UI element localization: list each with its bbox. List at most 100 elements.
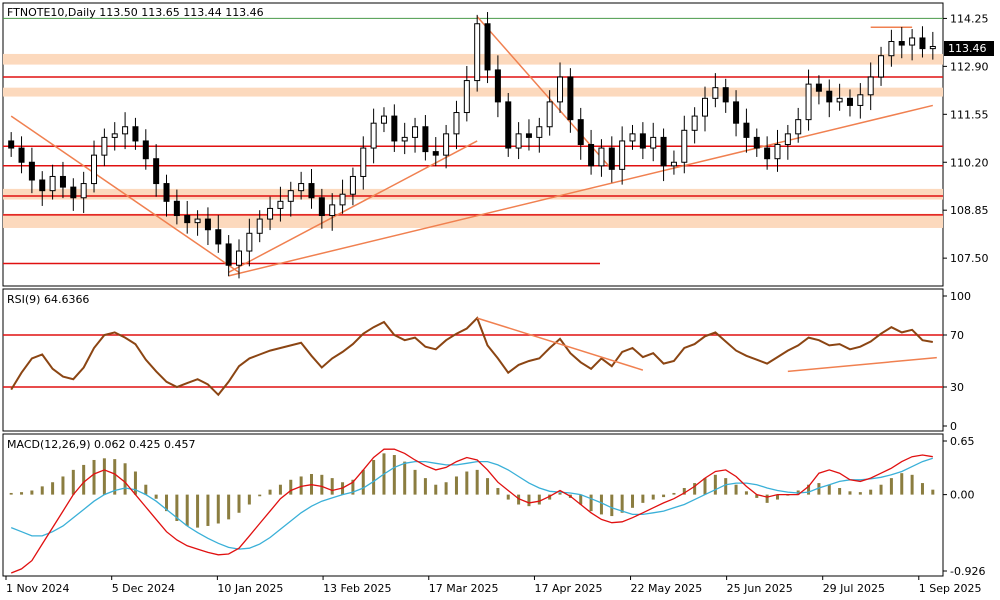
candle-body (443, 133, 450, 156)
macd-hist-bar (102, 458, 106, 495)
macd-hist-bar (879, 484, 883, 495)
candle-body (598, 147, 605, 167)
macd-header: MACD(12,26,9) 0.062 0.425 0.457 (7, 438, 196, 451)
candle-body (70, 186, 77, 199)
candle-body (111, 133, 118, 138)
candle-body (422, 126, 429, 153)
candle-body (577, 119, 584, 146)
macd-hist-bar (631, 494, 635, 508)
macd-hist-bar (423, 478, 427, 495)
macd-hist-bar (330, 478, 334, 495)
macd-hist-bar (51, 482, 55, 495)
macd-hist-bar (413, 469, 417, 495)
candle-body (80, 183, 87, 199)
rsi-trend-up (787, 356, 937, 373)
macd-hist-bar (858, 492, 862, 495)
candle-body (929, 45, 936, 50)
macd-hist-bar (206, 494, 210, 526)
macd-hist-bar (299, 476, 303, 495)
support-zone-0 (3, 53, 943, 65)
macd-hist-bar (185, 494, 189, 526)
candle-body (453, 112, 460, 135)
x-tick-label: 1 Nov 2024 (6, 582, 69, 595)
x-tick-label: 13 Feb 2025 (323, 582, 391, 595)
candle-body (142, 140, 149, 160)
macd-hist-bar (30, 490, 34, 495)
candle-body (619, 140, 626, 170)
price-tick-label: 107.50 (950, 252, 989, 265)
macd-tick-label: 0.00 (950, 489, 975, 502)
macd-hist-bar (268, 489, 272, 495)
candle-body (826, 90, 833, 103)
x-tick-label: 5 Dec 2024 (112, 582, 175, 595)
candle-body (412, 126, 419, 138)
macd-hist-bar (196, 494, 200, 528)
support-zone-3 (3, 213, 943, 228)
candle-body (836, 97, 843, 103)
candle-body (256, 218, 263, 234)
macd-hist-bar (444, 482, 448, 495)
macd-tick-label: 0.65 (950, 435, 975, 448)
candle-body (753, 136, 760, 149)
candle-body (18, 147, 25, 163)
macd-hist-bar (527, 494, 531, 507)
macd-hist-bar (641, 494, 645, 503)
candle-body (525, 133, 532, 138)
macd-hist-bar (900, 473, 904, 495)
price-header: FTNOTE10,Daily 113.50 113.65 113.44 113.… (7, 6, 264, 19)
macd-hist-bar (9, 492, 13, 495)
macd-hist-bar (672, 492, 676, 495)
candle-body (546, 101, 553, 128)
candle-body (204, 218, 211, 231)
macd-hist-bar (82, 464, 86, 495)
candle-body (132, 126, 139, 142)
macd-hist-bar (392, 455, 396, 495)
x-tick-label: 17 Mar 2025 (429, 582, 499, 595)
candle-body (194, 218, 201, 224)
macd-hist-bar (651, 494, 655, 500)
macd-hist-bar (599, 494, 603, 515)
macd-line (10, 448, 933, 574)
macd-hist-bar (227, 494, 231, 520)
candle-body (702, 97, 708, 117)
candle-body (246, 232, 253, 252)
candle-body (225, 243, 232, 266)
x-tick-label: 25 Jun 2025 (727, 582, 793, 595)
macd-hist-bar (20, 492, 24, 495)
candle-body (267, 207, 274, 220)
macd-hist-bar (320, 474, 324, 495)
price-tick-label: 112.90 (950, 60, 989, 73)
candle-body (287, 190, 294, 202)
candle-body (318, 197, 325, 217)
macd-hist-bar (216, 494, 220, 524)
candle-body (712, 87, 719, 99)
candle-body (888, 41, 895, 57)
macd-hist-bar (289, 479, 293, 495)
candle-body (163, 183, 170, 202)
price-tick-label: 110.20 (950, 156, 989, 169)
candle-body (49, 175, 56, 192)
macd-hist-bar (237, 494, 241, 513)
price-tick-label: 114.25 (950, 12, 989, 25)
candle-body (919, 37, 926, 50)
macd-hist-bar (558, 492, 562, 495)
macd-hist-bar (848, 491, 852, 495)
macd-hist-bar (496, 488, 500, 495)
price-tick-label: 108.85 (950, 204, 989, 217)
candle-body (122, 126, 129, 135)
macd-hist-bar (589, 494, 593, 512)
macd-hist-bar (662, 494, 666, 498)
candle-body (784, 133, 791, 146)
macd-hist-bar (278, 484, 282, 495)
macd-hist-bar (475, 469, 479, 495)
macd-hist-bar (113, 459, 117, 495)
macd-hist-bar (61, 476, 65, 495)
macd-hist-bar (144, 484, 148, 495)
candle-body (878, 55, 885, 78)
macd-hist-bar (920, 483, 924, 495)
rsi-tick-label: 70 (950, 329, 964, 342)
candle-body (670, 161, 677, 167)
rsi-panel[interactable] (2, 288, 944, 432)
candle-body (691, 115, 698, 131)
candle-body (484, 23, 491, 71)
